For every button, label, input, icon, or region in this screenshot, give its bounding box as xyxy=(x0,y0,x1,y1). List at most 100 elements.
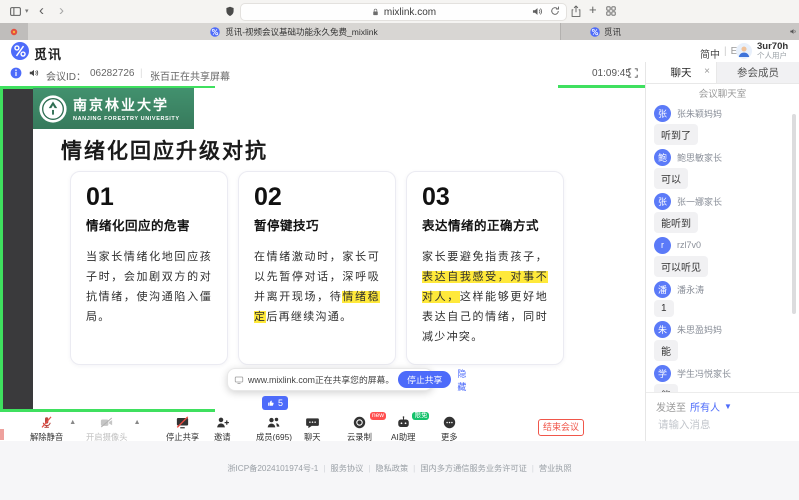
second-tab[interactable]: 觅讯 xyxy=(560,23,799,40)
panel-tabs: 聊天 × 参会成员 xyxy=(646,62,799,84)
meeting-timer: 01:09:45 xyxy=(592,68,631,79)
chat-sender-name: rzl7v0 xyxy=(677,240,701,250)
toolbar-item-1[interactable]: ▲解除静音 xyxy=(30,415,63,443)
avatar: 鲍 xyxy=(654,149,671,166)
chevron-up-icon[interactable]: ▲ xyxy=(134,419,141,426)
ghost-artifact xyxy=(0,429,4,440)
address-bar[interactable]: mixlink.com xyxy=(240,3,567,21)
footer-link[interactable]: 营业执照 xyxy=(539,464,572,473)
meeting-toolbar: ▲解除静音 ▲开启摄像头 停止共享邀请成员(695) 聊天 new云录制限免AI助理 更多… xyxy=(0,412,645,441)
sharing-status: 张百正在共享屏幕 xyxy=(150,68,230,83)
toolbar-item-8[interactable]: 限免AI助理 xyxy=(391,415,415,443)
university-seal-icon xyxy=(38,94,68,124)
toolbar-item-6[interactable]: 聊天 xyxy=(304,415,321,443)
tab-overview-icon[interactable] xyxy=(605,5,617,17)
members-icon xyxy=(266,415,281,430)
reaction-badge[interactable]: 5 xyxy=(262,396,288,410)
browser-toolbar: ▾ ‹ › mixlink.com + xyxy=(0,0,799,24)
chevron-down-icon[interactable]: ▼ xyxy=(724,402,732,411)
user-block[interactable]: 3ur70h 个人用户 xyxy=(757,42,788,60)
chevron-up-icon[interactable]: ▲ xyxy=(69,419,76,426)
chat-input-area: 发送至 所有人 ▼ xyxy=(646,392,799,441)
reload-icon[interactable] xyxy=(549,5,561,17)
card-number: 02 xyxy=(254,183,380,212)
avatar: 学 xyxy=(654,365,671,382)
audio-icon[interactable] xyxy=(28,67,40,79)
url-text: mixlink.com xyxy=(384,7,436,18)
send-to-label: 发送至 xyxy=(656,399,686,414)
toolbar-item-5[interactable]: 成员(695) xyxy=(256,415,292,443)
footer-link[interactable]: 隐私政策 xyxy=(375,464,408,473)
shield-icon[interactable] xyxy=(224,5,236,18)
toolbar-item-4[interactable]: 邀请 xyxy=(214,415,231,443)
fullscreen-icon[interactable] xyxy=(627,67,639,79)
close-icon[interactable]: × xyxy=(704,66,710,77)
chat-message-input[interactable] xyxy=(656,418,790,432)
hide-banner-link[interactable]: 隐藏 xyxy=(457,367,466,393)
chevron-down-icon[interactable]: ▾ xyxy=(25,7,29,15)
card-subtitle: 情绪化回应的危害 xyxy=(86,215,212,234)
toolbar-item-9[interactable]: 更多 xyxy=(441,415,458,443)
chat-message-head: 张张朱颖妈妈 xyxy=(654,104,799,122)
pinned-tab[interactable] xyxy=(0,23,29,40)
lang-zh[interactable]: 简中 xyxy=(700,46,720,61)
toolbar-item-2[interactable]: ▲开启摄像头 xyxy=(86,415,128,443)
chat-message-head: 学学生冯悦家长 xyxy=(654,364,799,382)
chat-scrollbar[interactable] xyxy=(792,114,796,314)
divider: | xyxy=(140,68,143,79)
ai-assistant-icon xyxy=(396,415,411,430)
toolbar-item-3[interactable]: 停止共享 xyxy=(166,415,199,443)
tab-audio-icon[interactable] xyxy=(789,27,798,36)
card-text-segment: 当家长情绪化地回应孩子时，会加剧双方的对抗情绪，使沟通陷入僵局。 xyxy=(86,251,212,323)
sidebar-toggle-icon[interactable] xyxy=(9,5,22,18)
tab-members[interactable]: 参会成员 xyxy=(716,62,799,83)
send-to-value[interactable]: 所有人 xyxy=(690,399,720,414)
tab-chat[interactable]: 聊天 × xyxy=(646,62,716,83)
send-to-row[interactable]: 发送至 所有人 ▼ xyxy=(656,399,789,414)
slide-card: 01情绪化回应的危害当家长情绪化地回应孩子时，会加剧双方的对抗情绪，使沟通陷入僵… xyxy=(70,171,228,365)
info-icon[interactable] xyxy=(10,67,22,79)
chat-message: 张张朱颖妈妈听到了 xyxy=(654,104,799,145)
forward-button[interactable]: › xyxy=(59,1,64,21)
share-icon[interactable] xyxy=(570,4,582,18)
chat-message: 潘潘永涛1 xyxy=(654,280,799,317)
avatar: 张 xyxy=(654,105,671,122)
avatar[interactable] xyxy=(736,43,752,59)
tab-members-label: 参会成员 xyxy=(737,65,779,80)
stop-share-icon xyxy=(175,415,190,430)
card-text-segment: 家长要避免指责孩子， xyxy=(422,251,548,263)
end-meeting-button[interactable]: 结束会议 xyxy=(538,419,584,436)
footer-link[interactable]: 浙ICP备2024101974号-1 xyxy=(227,464,318,473)
chat-message-bubble: 能 xyxy=(654,340,678,361)
speaker-icon[interactable] xyxy=(531,5,544,18)
chat-message: 朱朱思盈妈妈能 xyxy=(654,320,799,361)
card-text-segment: 后再继续沟通。 xyxy=(266,311,352,323)
chat-message-bubble: 可以听见 xyxy=(654,256,708,277)
shared-screen-edge xyxy=(3,89,33,409)
back-button[interactable]: ‹ xyxy=(39,1,44,21)
chat-message: 鲍鲍思敏家长可以 xyxy=(654,148,799,189)
meeting-info-bar: 会议ID： 06282726 | 张百正在共享屏幕 01:09:45 xyxy=(0,62,645,86)
new-tab-button[interactable]: + xyxy=(589,2,597,17)
toolbar-badge: 限免 xyxy=(412,412,429,420)
mixlink-favicon xyxy=(210,27,220,37)
chat-sender-name: 张一娜家长 xyxy=(677,195,722,208)
stop-sharing-button[interactable]: 停止共享 xyxy=(398,371,451,388)
chat-message-bubble: 可以 xyxy=(654,168,688,189)
avatar: 朱 xyxy=(654,321,671,338)
mixlink-favicon xyxy=(590,27,600,37)
footer-link[interactable]: 国内多方通信服务业务许可证 xyxy=(420,464,526,473)
tab-chat-label: 聊天 xyxy=(671,65,692,80)
invite-icon xyxy=(215,415,230,430)
toolbar-item-7[interactable]: new云录制 xyxy=(347,415,372,443)
university-banner: 南京林业大学 NANJING FORESTRY UNIVERSITY xyxy=(33,88,194,129)
footer-link[interactable]: 服务协议 xyxy=(331,464,364,473)
lang-divider: | xyxy=(724,46,727,61)
chat-message-bubble: 能听到 xyxy=(654,212,698,233)
active-tab[interactable]: 觅讯-视频会议基础功能永久免费_mixlink xyxy=(28,23,561,40)
card-subtitle: 表达情绪的正确方式 xyxy=(422,215,548,234)
avatar: 张 xyxy=(654,193,671,210)
footer-links: 浙ICP备2024101974号-1|服务协议|隐私政策|国内多方通信服务业务许… xyxy=(0,462,799,474)
camera-off-icon xyxy=(99,415,114,430)
chat-message-list: 张张朱颖妈妈听到了鲍鲍思敏家长可以张张一娜家长能听到rrzl7v0可以听见潘潘永… xyxy=(646,102,799,392)
